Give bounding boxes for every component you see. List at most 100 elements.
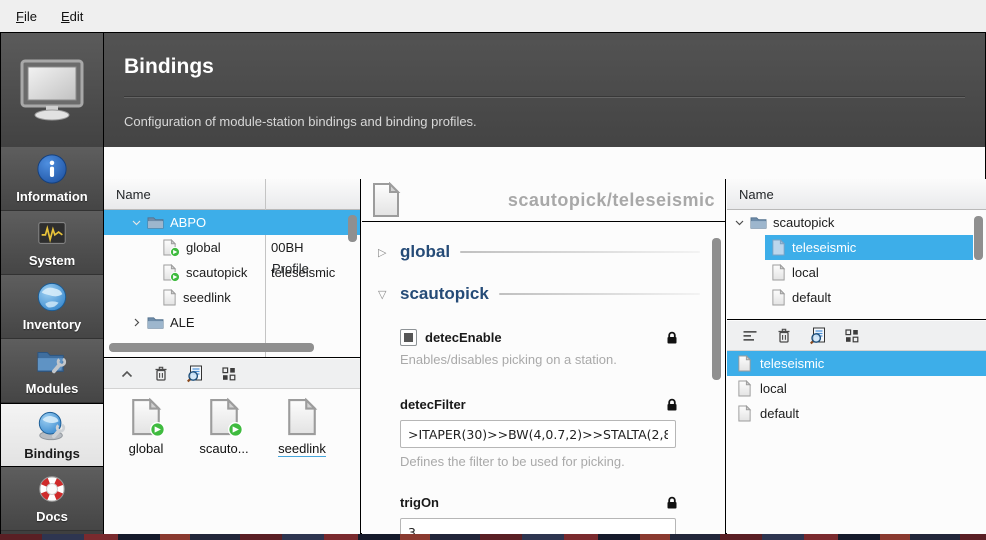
triangle-down-icon[interactable]: ▽: [378, 288, 390, 301]
section-scautopick[interactable]: ▽ scautopick: [378, 281, 726, 307]
file-label: global: [129, 441, 164, 456]
profile-name: local: [792, 265, 819, 280]
binding-editor-panel: scautopick/teleseismic ▷ global ▽ scauto…: [362, 179, 726, 540]
sidebar-item-docs[interactable]: Docs: [1, 467, 103, 531]
file-icon: [771, 264, 786, 281]
folder-icon: [147, 315, 164, 330]
sidebar-item-information[interactable]: Information: [1, 147, 103, 211]
menu-bar: File Edit: [0, 0, 986, 32]
list-item-default[interactable]: default: [727, 401, 986, 426]
detecEnable-checkbox[interactable]: [400, 329, 417, 346]
preview-button[interactable]: [186, 365, 204, 383]
tree-row-scautopick[interactable]: scautopick: [727, 210, 986, 235]
delete-button[interactable]: [775, 327, 793, 345]
trash-icon: [153, 366, 169, 382]
delete-button[interactable]: [152, 365, 170, 383]
stations-tree-header: Name Profile: [104, 179, 360, 210]
monitor-icon: [16, 58, 88, 122]
stations-toolbar: [104, 359, 360, 389]
preview-icon: [186, 365, 204, 383]
file-icon: [737, 355, 752, 372]
vertical-scrollbar[interactable]: [712, 238, 721, 380]
add-profile-button[interactable]: [741, 327, 759, 345]
sidebar-item-modules[interactable]: Modules: [1, 339, 103, 403]
sidebar-label: Inventory: [23, 317, 82, 332]
sidebar-item-system[interactable]: System: [1, 211, 103, 275]
profiles-list-section: teleseismic local default: [727, 321, 986, 540]
profile-name: default: [792, 290, 831, 305]
lifebuoy-icon: [36, 473, 68, 505]
file-blue-icon: [771, 239, 786, 256]
profile-name: teleseismic: [760, 356, 824, 371]
station-name: ABPO: [170, 215, 206, 230]
profile-name: local: [760, 381, 787, 396]
file-icon: [771, 289, 786, 306]
lock-icon[interactable]: [666, 398, 678, 412]
file-item-global[interactable]: global: [114, 397, 178, 457]
menu-file[interactable]: File: [6, 4, 47, 29]
section-global[interactable]: ▷ global: [378, 239, 726, 265]
tree-row-default[interactable]: default: [727, 285, 986, 310]
collapse-all-button[interactable]: [118, 365, 136, 383]
profiles-tree: Name scautopick teleseismic local: [727, 179, 986, 320]
chevron-right-icon[interactable]: [132, 318, 141, 327]
horizontal-scrollbar[interactable]: [109, 343, 314, 352]
vertical-scrollbar[interactable]: [974, 216, 983, 260]
link-badge-icon: [170, 272, 180, 282]
globe-icon: [36, 281, 68, 313]
globe-wrench-icon: [35, 410, 69, 442]
file-item-scautopick[interactable]: scauto...: [192, 397, 256, 457]
chevron-down-icon[interactable]: [735, 218, 744, 227]
tree-row-local[interactable]: local: [727, 260, 986, 285]
detecFilter-input[interactable]: [400, 420, 676, 448]
file-item-seedlink[interactable]: seedlink: [270, 397, 334, 457]
column-header-name[interactable]: Name: [727, 187, 774, 202]
param-description: Defines the filter to be used for pickin…: [400, 454, 678, 469]
view-mode-button[interactable]: [843, 327, 861, 345]
grid-icon: [222, 367, 236, 381]
sidebar-label: System: [29, 253, 75, 268]
vertical-scrollbar[interactable]: [348, 215, 357, 242]
lock-icon[interactable]: [666, 331, 678, 345]
param-description: Enables/disables picking on a station.: [400, 352, 678, 367]
file-icon: [162, 289, 177, 306]
menu-edit[interactable]: Edit: [51, 4, 93, 29]
table-row-ale[interactable]: ALE: [104, 310, 360, 335]
profile-name: default: [760, 406, 799, 421]
sidebar-item-inventory[interactable]: Inventory: [1, 275, 103, 339]
sidebar-label: Modules: [26, 381, 79, 396]
editor-body: ▷ global ▽ scautopick detecEnable: [362, 223, 726, 540]
trash-icon: [776, 328, 792, 344]
param-detecFilter: detecFilter Defines the filter to be use…: [400, 397, 678, 469]
profiles-tree-header: Name: [727, 179, 986, 210]
section-rule: [499, 293, 700, 295]
align-lines-icon: [743, 330, 757, 342]
profiles-panel: Name scautopick teleseismic local: [727, 179, 986, 540]
page-subtitle: Configuration of module-station bindings…: [124, 97, 965, 129]
stations-panel: Name Profile ABPO global 00BH: [104, 179, 361, 540]
list-item-local[interactable]: local: [727, 376, 986, 401]
view-mode-button[interactable]: [220, 365, 238, 383]
preview-button[interactable]: [809, 327, 827, 345]
page-title: Bindings: [124, 33, 965, 97]
binding-name: global: [186, 240, 221, 255]
mode-sidebar: Information System Inventory: [1, 147, 104, 535]
table-row-seedlink[interactable]: seedlink: [104, 285, 360, 310]
document-icon: [370, 181, 402, 219]
table-row-global[interactable]: global 00BH: [104, 235, 360, 260]
tree-row-teleseismic[interactable]: teleseismic: [727, 235, 986, 260]
param-label: detecEnable: [425, 330, 502, 345]
station-name: ALE: [170, 315, 195, 330]
table-row-abpo[interactable]: ABPO: [104, 210, 360, 235]
profile-group-name: scautopick: [773, 215, 834, 230]
file-icon: [737, 380, 752, 397]
bindings-icon-view: global scauto... seedlink: [104, 359, 360, 540]
list-item-teleseismic[interactable]: teleseismic: [727, 351, 986, 376]
column-header-name[interactable]: Name: [104, 187, 151, 202]
sidebar-item-bindings[interactable]: Bindings: [1, 403, 103, 467]
lock-icon[interactable]: [666, 496, 678, 510]
table-row-scautopick[interactable]: scautopick teleseismic: [104, 260, 360, 285]
link-badge-icon: [170, 247, 180, 257]
chevron-down-icon[interactable]: [132, 218, 141, 227]
triangle-right-icon[interactable]: ▷: [378, 246, 390, 259]
